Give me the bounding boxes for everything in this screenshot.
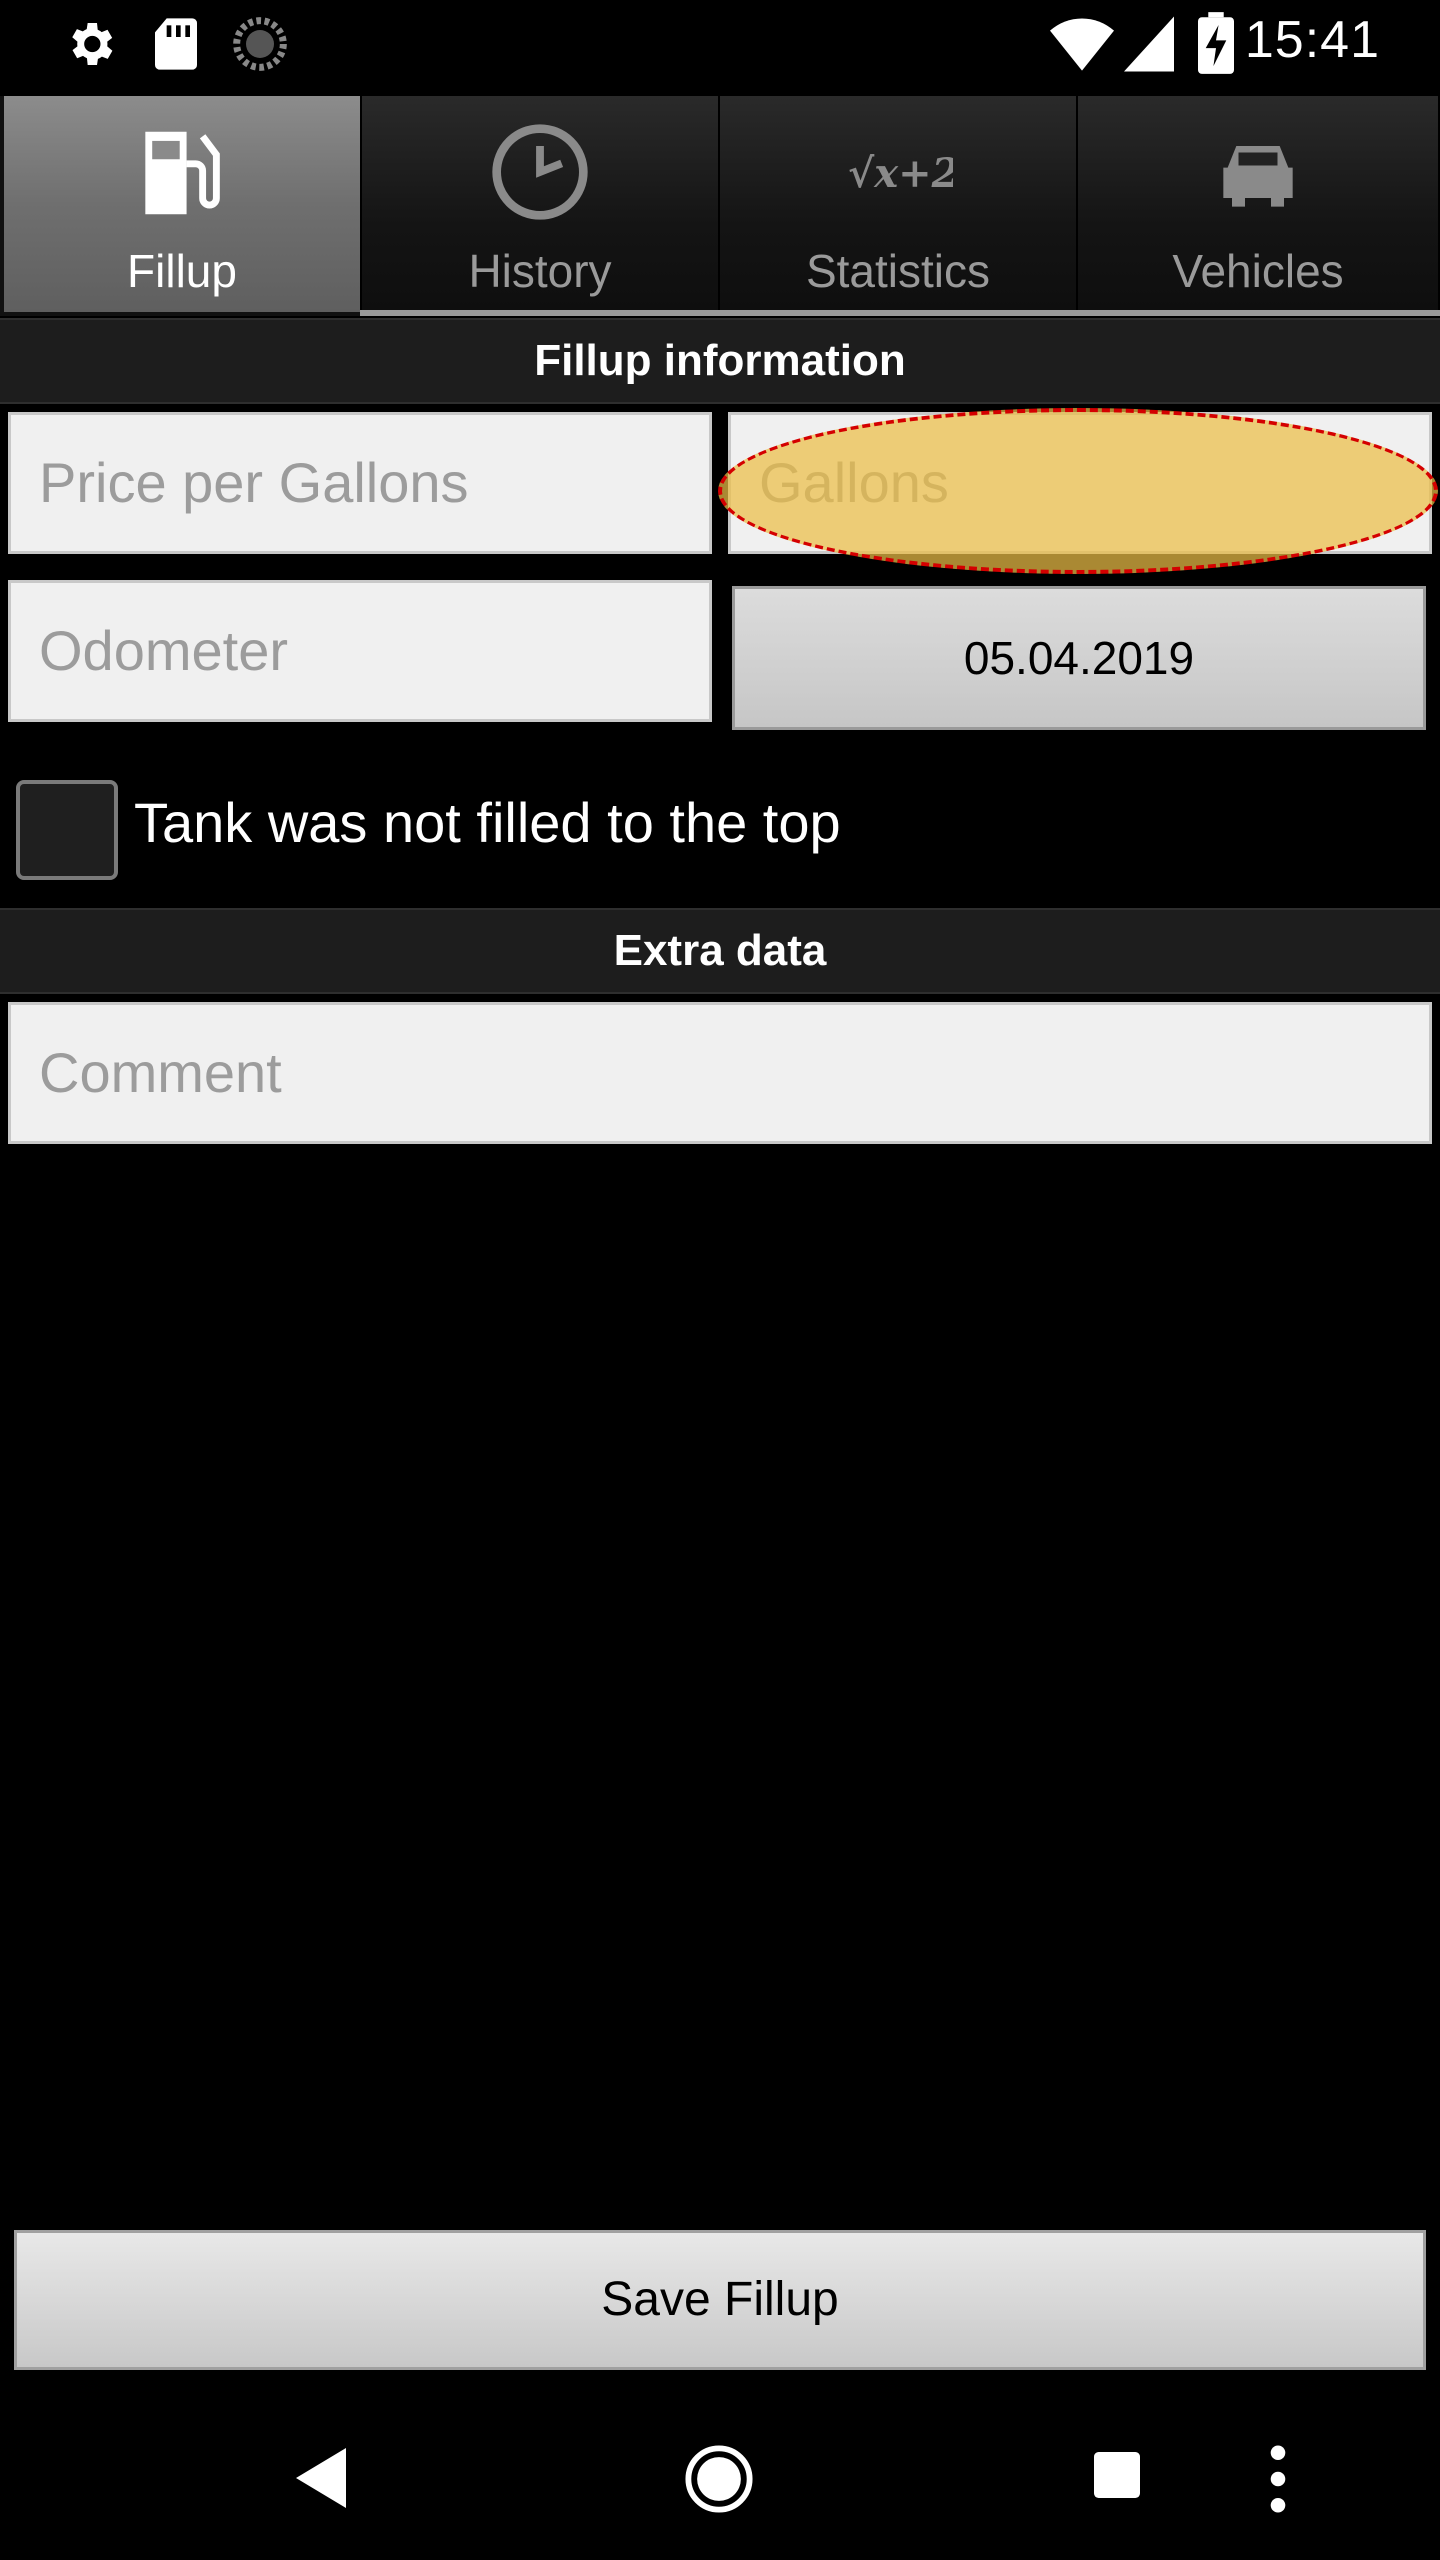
tab-label: History [468, 245, 612, 297]
price-placeholder: Price per Gallons [39, 451, 469, 514]
tab-label: Vehicles [1172, 245, 1344, 297]
section-header-fillup-information: Fillup information [0, 318, 1440, 404]
tab-statistics[interactable]: √x+2 Statistics [720, 96, 1078, 312]
navigation-bar [0, 2400, 1440, 2560]
clock-icon [492, 124, 588, 220]
price-per-gallon-input[interactable]: Price per Gallons [8, 412, 712, 554]
battery-charging-icon [1198, 12, 1234, 74]
settings-icon [72, 23, 113, 65]
gallons-input[interactable]: Gallons [728, 412, 1432, 554]
comment-input[interactable]: Comment [8, 1002, 1432, 1144]
odometer-placeholder: Odometer [39, 619, 288, 682]
tab-label: Statistics [805, 245, 991, 297]
date-picker-button[interactable]: 05.04.2019 [732, 586, 1426, 730]
recents-icon[interactable] [1094, 2452, 1140, 2498]
overflow-menu-icon[interactable] [1266, 2444, 1290, 2514]
sd-card-icon [155, 18, 197, 70]
home-icon[interactable] [684, 2444, 754, 2514]
gallons-placeholder: Gallons [759, 451, 949, 514]
comment-placeholder: Comment [39, 1041, 282, 1104]
clock-time: 15:41 [1244, 11, 1380, 69]
tab-bar: Fillup History √x+2 Statistics Vehicles [0, 96, 1440, 316]
back-icon[interactable] [296, 2448, 346, 2508]
odometer-input[interactable]: Odometer [8, 580, 712, 722]
sync-icon [233, 17, 287, 71]
tank-not-full-label: Tank was not filled to the top [134, 791, 841, 854]
section-header-extra-data: Extra data [0, 908, 1440, 994]
tab-label: Fillup [127, 245, 237, 297]
signal-icon [1124, 16, 1174, 72]
formula-icon: √x+2 [848, 150, 953, 197]
status-bar: 15:41 [0, 0, 1440, 86]
car-icon [1223, 146, 1293, 207]
tank-not-full-checkbox[interactable] [16, 780, 118, 880]
tab-indicator-line [360, 310, 1440, 316]
save-fillup-button[interactable]: Save Fillup [14, 2230, 1426, 2370]
svg-text:√x+2: √x+2 [848, 150, 953, 197]
fuel-pump-icon [145, 131, 220, 215]
tab-fillup[interactable]: Fillup [4, 96, 362, 312]
tab-history[interactable]: History [362, 96, 720, 312]
wifi-icon [1050, 18, 1114, 71]
tab-vehicles[interactable]: Vehicles [1078, 96, 1440, 312]
